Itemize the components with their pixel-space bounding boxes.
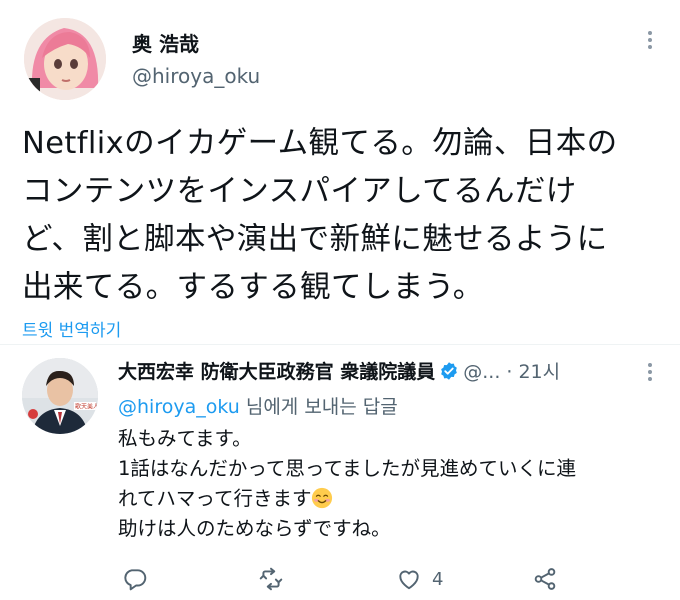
reply-separator: · bbox=[506, 361, 513, 383]
reply-button[interactable] bbox=[122, 565, 148, 593]
reply-header: 大西宏幸 防衛大臣政務官 衆議院議員 @... · 21시 bbox=[118, 357, 560, 384]
retweet-button[interactable] bbox=[258, 565, 284, 593]
like-button[interactable]: 4 bbox=[396, 565, 443, 593]
reply-author-name[interactable]: 大西宏幸 防衛大臣政務官 衆議院議員 bbox=[118, 361, 435, 383]
replying-to: @hiroya_oku 님에게 보내는 답글 bbox=[118, 392, 398, 419]
avatar-badge-text: 歌天美人 bbox=[75, 403, 98, 411]
replying-to-mention[interactable]: @hiroya_oku bbox=[118, 396, 240, 418]
action-bar: 4 bbox=[118, 565, 578, 595]
author-name[interactable]: 奥 浩哉 bbox=[132, 28, 199, 57]
smiling-face-emoji bbox=[312, 487, 333, 509]
more-icon[interactable] bbox=[640, 360, 660, 386]
reply-text-line: 私もみてます。 bbox=[118, 427, 252, 450]
reply-text-line: 助けは人のためならずですね。 bbox=[118, 517, 391, 540]
more-icon[interactable] bbox=[640, 28, 660, 54]
avatar-photo: 歌天美人 bbox=[22, 358, 98, 434]
share-icon bbox=[534, 568, 556, 590]
heart-icon bbox=[399, 570, 419, 590]
divider bbox=[0, 344, 680, 345]
verified-badge-icon bbox=[441, 362, 458, 380]
retweet-icon bbox=[259, 567, 283, 591]
tweet-text-line: ど、割と脚本や演出で新鮮に魅せるように bbox=[22, 222, 608, 257]
reply-text: 私もみてます。 1話はなんだかって思ってましたが見進めていくに連 れてハマって行… bbox=[118, 424, 576, 544]
replying-to-suffix: 님에게 보내는 답글 bbox=[239, 396, 398, 418]
share-button[interactable] bbox=[532, 565, 558, 593]
tweet-text-line: コンテンツをインスパイアしてるんだけ bbox=[22, 174, 577, 209]
reply-icon bbox=[124, 569, 147, 591]
author-handle[interactable]: @hiroya_oku bbox=[132, 64, 260, 88]
author-avatar[interactable] bbox=[24, 18, 106, 100]
tweet-text-line: Netflixのイカゲーム観てる。勿論、日本の bbox=[22, 126, 618, 161]
translate-tweet-link[interactable]: 트윗 번역하기 bbox=[22, 316, 121, 341]
reply-timestamp[interactable]: 21시 bbox=[518, 361, 560, 383]
like-count: 4 bbox=[432, 568, 444, 590]
avatar-illustration bbox=[24, 18, 106, 100]
reply-author-handle[interactable]: @... bbox=[463, 361, 500, 383]
tweet-text-line: 出来てる。するする観てしまう。 bbox=[22, 270, 484, 305]
reply-author-avatar[interactable]: 歌天美人 bbox=[22, 358, 98, 434]
reply-text-line: れてハマって行きます bbox=[118, 487, 312, 510]
reply-text-line: 1話はなんだかって思ってましたが見進めていくに連 bbox=[118, 457, 576, 480]
tweet-text: Netflixのイカゲーム観てる。勿論、日本の コンテンツをインスパイアしてるん… bbox=[22, 120, 662, 312]
